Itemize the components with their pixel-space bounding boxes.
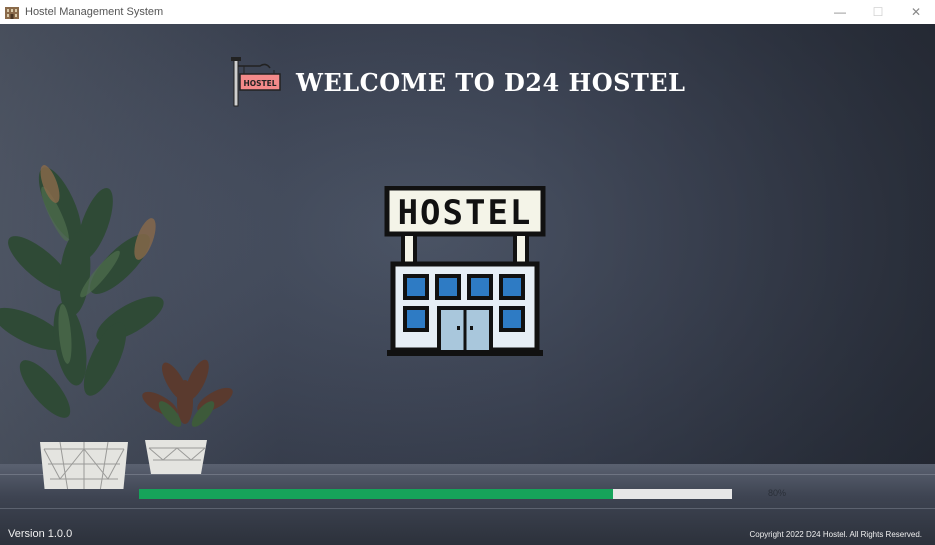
app-window: Hostel Management System — ☐ ✕ HOSTEL WE…: [0, 0, 935, 545]
loading-progress-label: 80%: [768, 488, 787, 498]
hostel-sign-icon: HOSTEL: [231, 57, 281, 107]
hostel-sign-text: HOSTEL: [243, 79, 276, 88]
hostel-logo-text: HOSTEL: [398, 193, 533, 233]
copyright-text: Copyright 2022 D24 Hostel. All Rights Re…: [749, 530, 922, 539]
window-title: Hostel Management System: [25, 6, 164, 18]
loading-progress-bar: [139, 489, 732, 499]
version-text: Version 1.0.0: [8, 528, 73, 540]
welcome-title: WELCOME TO D24 HOSTEL: [296, 67, 686, 97]
title-bar[interactable]: Hostel Management System — ☐ ✕: [0, 0, 935, 24]
maximize-button[interactable]: ☐: [859, 0, 897, 24]
potted-plant-small-image: [142, 359, 233, 474]
hostel-building-icon: HOSTEL: [384, 186, 546, 356]
app-icon: [5, 7, 19, 19]
splash-background: HOSTEL WELCOME TO D24 HOSTEL HOSTEL 80% …: [0, 24, 935, 545]
minimize-button[interactable]: —: [821, 0, 859, 24]
close-button[interactable]: ✕: [897, 0, 935, 24]
loading-progress-fill: [139, 489, 614, 499]
welcome-header: HOSTEL WELCOME TO D24 HOSTEL: [230, 56, 685, 108]
